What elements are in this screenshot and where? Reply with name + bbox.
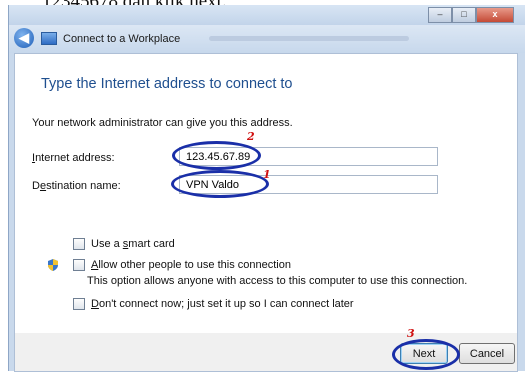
title-bar: – □ x <box>9 5 525 25</box>
smart-card-option[interactable]: Use a smart card <box>73 238 175 250</box>
next-highlight-ellipse <box>392 339 460 370</box>
window-title: Connect to a Workplace <box>63 33 181 45</box>
dont-connect-option[interactable]: Don't connect now; just set it up so I c… <box>73 298 354 310</box>
network-connection-icon <box>41 32 57 45</box>
wizard-content: Type the Internet address to connect to … <box>14 53 518 335</box>
dialog-window: – □ x ◀ Connect to a Workplace Type the … <box>8 5 525 372</box>
cancel-button[interactable]: Cancel <box>459 343 515 364</box>
allow-others-note: This option allows anyone with access to… <box>87 275 468 287</box>
internet-address-label: Internet address: <box>32 152 115 164</box>
address-highlight-ellipse <box>172 141 261 170</box>
minimize-button[interactable]: – <box>428 7 452 23</box>
destination-highlight-ellipse <box>171 170 269 198</box>
page-heading: Type the Internet address to connect to <box>41 76 293 92</box>
dont-connect-checkbox[interactable] <box>73 298 85 310</box>
maximize-button[interactable]: □ <box>452 7 476 23</box>
allow-others-label: Allow other people to use this connectio… <box>91 259 291 271</box>
destination-name-label: Destination name: <box>32 180 121 192</box>
allow-others-checkbox[interactable] <box>73 259 85 271</box>
security-shield-icon <box>48 259 58 271</box>
annotation-number-2: 2 <box>247 130 255 143</box>
navigation-bar: ◀ Connect to a Workplace <box>9 25 525 53</box>
wizard-footer: Next Cancel 3 <box>14 327 518 372</box>
smart-card-label: Use a smart card <box>91 238 175 250</box>
annotation-number-1: 1 <box>263 168 271 181</box>
close-button[interactable]: x <box>476 7 514 23</box>
window-controls: – □ x <box>428 7 514 23</box>
back-arrow-icon[interactable]: ◀ <box>14 28 34 48</box>
allow-others-option[interactable]: Allow other people to use this connectio… <box>73 259 291 271</box>
smart-card-checkbox[interactable] <box>73 238 85 250</box>
dont-connect-label: Don't connect now; just set it up so I c… <box>91 298 354 310</box>
page-description: Your network administrator can give you … <box>32 117 293 129</box>
annotation-number-3: 3 <box>407 327 415 340</box>
blurred-title-region <box>209 36 409 41</box>
